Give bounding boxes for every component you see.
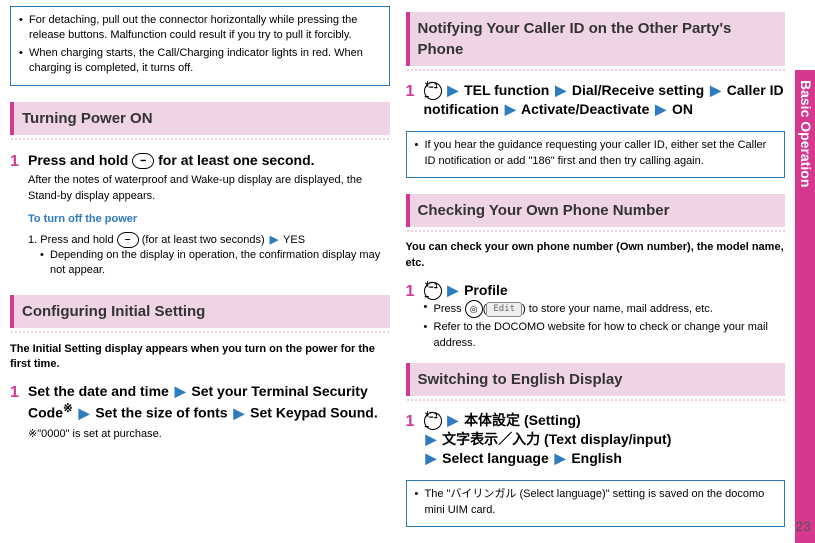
top-bullet-1: For detaching, pull out the connector ho… bbox=[19, 13, 381, 44]
caller-id-bullets: If you hear the guidance requesting your… bbox=[415, 138, 777, 169]
intro-own-number: You can check your own phone number (Own… bbox=[406, 240, 786, 271]
step-number-1: 1 bbox=[406, 281, 420, 353]
note-box-caller-id: If you hear the guidance requesting your… bbox=[406, 131, 786, 178]
part-keypad-sound: Set Keypad Sound. bbox=[250, 405, 378, 421]
txt-yes: YES bbox=[283, 234, 305, 246]
txt: 1. Press and hold bbox=[28, 234, 117, 246]
txt: Press and hold bbox=[28, 152, 132, 168]
english-bullet-1: The "バイリンガル (Select language)" setting i… bbox=[415, 487, 777, 518]
heading-turning-power-on: Turning Power ON bbox=[10, 102, 390, 135]
arrow-icon: ▶ bbox=[175, 383, 186, 399]
step-body: ﾒﾆｭｰ ▶ Profile Press ◎(Edit) to store yo… bbox=[424, 281, 786, 353]
part-english: English bbox=[571, 450, 622, 466]
heading-initial-setting: Configuring Initial Setting bbox=[10, 295, 390, 328]
part-activate: Activate/Deactivate bbox=[521, 101, 649, 117]
arrow-icon: ▶ bbox=[710, 82, 721, 98]
arrow-icon: ▶ bbox=[447, 82, 458, 98]
step-power-on: 1 Press and hold ⎯ for at least one seco… bbox=[10, 151, 390, 281]
menu-key-icon: ﾒﾆｭｰ bbox=[424, 82, 442, 100]
top-bullet-2: When charging starts, the Call/Charging … bbox=[19, 46, 381, 77]
dots bbox=[406, 68, 786, 71]
txt: Press bbox=[434, 303, 465, 315]
menu-key-icon: ﾒﾆｭｰ bbox=[424, 282, 442, 300]
arrow-icon: ▶ bbox=[426, 431, 437, 447]
arrow-icon: ▶ bbox=[447, 282, 458, 298]
substep-1: 1. Press and hold ⎯ (for at least two se… bbox=[28, 232, 390, 248]
arrow-icon: ▶ bbox=[270, 234, 278, 246]
arrow-icon: ▶ bbox=[79, 405, 90, 421]
edit-pill: Edit bbox=[486, 302, 522, 317]
txt: (for at least two seconds) bbox=[142, 234, 265, 246]
part-on: ON bbox=[672, 101, 693, 117]
substep-bullet-1: Depending on the display in operation, t… bbox=[40, 248, 390, 279]
arrow-icon: ▶ bbox=[505, 101, 516, 117]
heading-own-number: Checking Your Own Phone Number bbox=[406, 194, 786, 227]
step-number-1: 1 bbox=[406, 81, 420, 119]
step-profile: 1 ﾒﾆｭｰ ▶ Profile Press ◎(Edit) to store … bbox=[406, 281, 786, 353]
side-tab-blank bbox=[795, 0, 815, 70]
side-tab-label: Basic Operation bbox=[795, 70, 815, 543]
part-text-display: 文字表示／入力 (Text display/input) bbox=[442, 431, 671, 447]
desc-standby: After the notes of waterproof and Wake-u… bbox=[28, 173, 390, 204]
dots bbox=[10, 330, 390, 334]
dots bbox=[406, 229, 786, 232]
instruction-caller-id: ﾒﾆｭｰ ▶ TEL function ▶ Dial/Receive setti… bbox=[424, 81, 786, 119]
end-key-icon: ⎯ bbox=[117, 232, 139, 248]
step-body: Press and hold ⎯ for at least one second… bbox=[28, 151, 390, 281]
part-profile: Profile bbox=[464, 282, 508, 298]
step-number-1: 1 bbox=[10, 382, 24, 442]
arrow-icon: ▶ bbox=[555, 450, 566, 466]
dots bbox=[406, 398, 786, 401]
part-setting: 本体設定 (Setting) bbox=[464, 412, 581, 428]
step-caller-id: 1 ﾒﾆｭｰ ▶ TEL function ▶ Dial/Receive set… bbox=[406, 81, 786, 119]
end-key-icon: ⎯ bbox=[132, 153, 154, 169]
heading-english-display: Switching to English Display bbox=[406, 363, 786, 396]
part-tel-function: TEL function bbox=[464, 82, 549, 98]
page: Basic Operation 23 For detaching, pull o… bbox=[0, 0, 815, 543]
subheading-turn-off: To turn off the power bbox=[28, 212, 390, 227]
page-number: 23 bbox=[795, 517, 811, 537]
step-number-1: 1 bbox=[10, 151, 24, 281]
arrow-icon: ▶ bbox=[233, 405, 244, 421]
left-column: For detaching, pull out the connector ho… bbox=[10, 6, 390, 537]
english-bullets: The "バイリンガル (Select language)" setting i… bbox=[415, 487, 777, 518]
instruction-profile: ﾒﾆｭｰ ▶ Profile bbox=[424, 281, 786, 300]
profile-bullets: Press ◎(Edit) to store your name, mail a… bbox=[424, 300, 786, 351]
menu-key-icon: ﾒﾆｭｰ bbox=[424, 412, 442, 430]
side-tab: Basic Operation bbox=[795, 0, 815, 543]
step-number-1: 1 bbox=[406, 411, 420, 468]
step-english: 1 ﾒﾆｭｰ ▶ 本体設定 (Setting) ▶ 文字表示／入力 (Text … bbox=[406, 411, 786, 468]
part-dial-receive: Dial/Receive setting bbox=[572, 82, 704, 98]
instruction-initial-setting: Set the date and time ▶ Set your Termina… bbox=[28, 382, 390, 422]
sup-mark: ※ bbox=[63, 402, 73, 415]
profile-bullet-1: Press ◎(Edit) to store your name, mail a… bbox=[424, 300, 786, 318]
step-initial-setting: 1 Set the date and time ▶ Set your Termi… bbox=[10, 382, 390, 442]
top-bullets: For detaching, pull out the connector ho… bbox=[19, 13, 381, 77]
intro-initial-setting: The Initial Setting display appears when… bbox=[10, 342, 390, 373]
caller-id-bullet-1: If you hear the guidance requesting your… bbox=[415, 138, 777, 169]
top-note-box: For detaching, pull out the connector ho… bbox=[10, 6, 390, 86]
dots bbox=[10, 137, 390, 141]
camera-key-icon: ◎ bbox=[465, 300, 483, 318]
note-box-english: The "バイリンガル (Select language)" setting i… bbox=[406, 480, 786, 527]
part-date-time: Set the date and time bbox=[28, 383, 169, 399]
instruction-press-hold: Press and hold ⎯ for at least one second… bbox=[28, 151, 390, 170]
heading-caller-id: Notifying Your Caller ID on the Other Pa… bbox=[406, 12, 786, 66]
arrow-icon: ▶ bbox=[447, 412, 458, 428]
substep-bullets: Depending on the display in operation, t… bbox=[28, 248, 390, 279]
instruction-english: ﾒﾆｭｰ ▶ 本体設定 (Setting) ▶ 文字表示／入力 (Text di… bbox=[424, 411, 786, 468]
profile-bullet-2: Refer to the DOCOMO website for how to c… bbox=[424, 320, 786, 351]
right-column: Notifying Your Caller ID on the Other Pa… bbox=[406, 6, 786, 537]
part-font-size: Set the size of fonts bbox=[95, 405, 227, 421]
step-body: Set the date and time ▶ Set your Termina… bbox=[28, 382, 390, 442]
footnote-0000: ※"0000" is set at purchase. bbox=[28, 427, 390, 442]
txt: to store your name, mail address, etc. bbox=[529, 303, 713, 315]
part-select-language: Select language bbox=[442, 450, 549, 466]
arrow-icon: ▶ bbox=[555, 82, 566, 98]
arrow-icon: ▶ bbox=[426, 450, 437, 466]
arrow-icon: ▶ bbox=[655, 101, 666, 117]
txt: for at least one second. bbox=[158, 152, 314, 168]
